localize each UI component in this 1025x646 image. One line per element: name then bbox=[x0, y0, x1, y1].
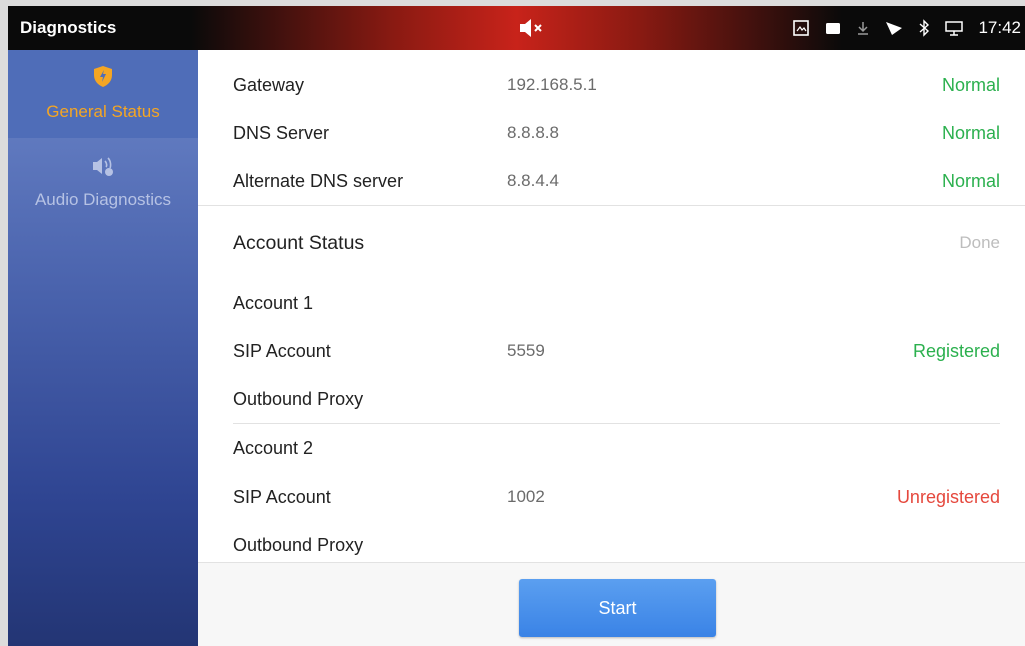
alternate-dns-label: Alternate DNS server bbox=[233, 171, 404, 191]
account-2-sip-row: SIP Account 1002 Unregistered bbox=[198, 473, 1025, 521]
account-status-header: Account Status Done bbox=[198, 219, 1025, 267]
sip-account-label: SIP Account bbox=[233, 341, 331, 361]
account-1-proxy-row: Outbound Proxy bbox=[198, 375, 1025, 423]
clock: 17:42 bbox=[978, 18, 1021, 37]
alternate-dns-status: Normal bbox=[941, 171, 1000, 191]
dns-server-status: Normal bbox=[941, 123, 1000, 143]
camera-icon bbox=[826, 23, 841, 34]
sip-account-status: Unregistered bbox=[896, 487, 1000, 507]
sidebar-item-label: General Status bbox=[46, 102, 160, 121]
app-title: Diagnostics bbox=[20, 18, 117, 37]
volume-muted-icon bbox=[520, 19, 542, 37]
alternate-dns-row: Alternate DNS server 8.8.4.4 Normal bbox=[198, 157, 1025, 205]
dns-server-label: DNS Server bbox=[233, 123, 330, 143]
screenshot-icon bbox=[793, 20, 810, 36]
gateway-status: Normal bbox=[941, 75, 1000, 95]
general-status-panel: Gateway 192.168.5.1 Normal DNS Server 8.… bbox=[198, 50, 1025, 646]
speaker-icon bbox=[93, 157, 113, 176]
sidebar-item-audio-diagnostics[interactable]: Audio Diagnostics bbox=[8, 140, 198, 228]
account-1-sip-row: SIP Account 5559 Registered bbox=[198, 327, 1025, 375]
download-icon bbox=[858, 22, 869, 35]
dns-server-value: 8.8.8.8 bbox=[507, 123, 559, 142]
gateway-value: 192.168.5.1 bbox=[507, 75, 597, 94]
gateway-row: Gateway 192.168.5.1 Normal bbox=[198, 61, 1025, 109]
sip-account-value: 1002 bbox=[507, 487, 545, 506]
account-2-row: Account 2 bbox=[198, 424, 1025, 472]
account-2-name: Account 2 bbox=[233, 438, 314, 458]
status-icons: 17:42 bbox=[792, 6, 1021, 50]
outbound-proxy-label: Outbound Proxy bbox=[233, 389, 364, 409]
bluetooth-icon bbox=[919, 19, 930, 37]
diagnostics-window: Diagnostics 17:42 General Status Audio D… bbox=[8, 6, 1025, 646]
alternate-dns-value: 8.8.4.4 bbox=[507, 171, 559, 190]
start-button[interactable]: Start bbox=[519, 579, 716, 637]
wifi-signal-icon bbox=[886, 22, 903, 35]
account-1-row: Account 1 bbox=[198, 279, 1025, 327]
shield-icon bbox=[94, 66, 112, 87]
sidebar-item-general-status[interactable]: General Status bbox=[8, 50, 198, 138]
status-bar: Diagnostics 17:42 bbox=[8, 6, 1025, 50]
account-status-title: Account Status bbox=[233, 232, 365, 254]
account-status-state: Done bbox=[959, 233, 1000, 252]
sip-account-label: SIP Account bbox=[233, 487, 331, 507]
section-divider bbox=[198, 205, 1025, 206]
sidebar-item-label: Audio Diagnostics bbox=[34, 190, 172, 209]
network-icon bbox=[945, 21, 964, 36]
sip-account-value: 5559 bbox=[507, 341, 545, 360]
action-bar: Start bbox=[198, 562, 1025, 646]
sip-account-status: Registered bbox=[912, 341, 1000, 361]
gateway-label: Gateway bbox=[233, 75, 305, 95]
account-1-name: Account 1 bbox=[233, 293, 314, 313]
dns-server-row: DNS Server 8.8.8.8 Normal bbox=[198, 109, 1025, 157]
sidebar: General Status Audio Diagnostics bbox=[8, 50, 198, 646]
